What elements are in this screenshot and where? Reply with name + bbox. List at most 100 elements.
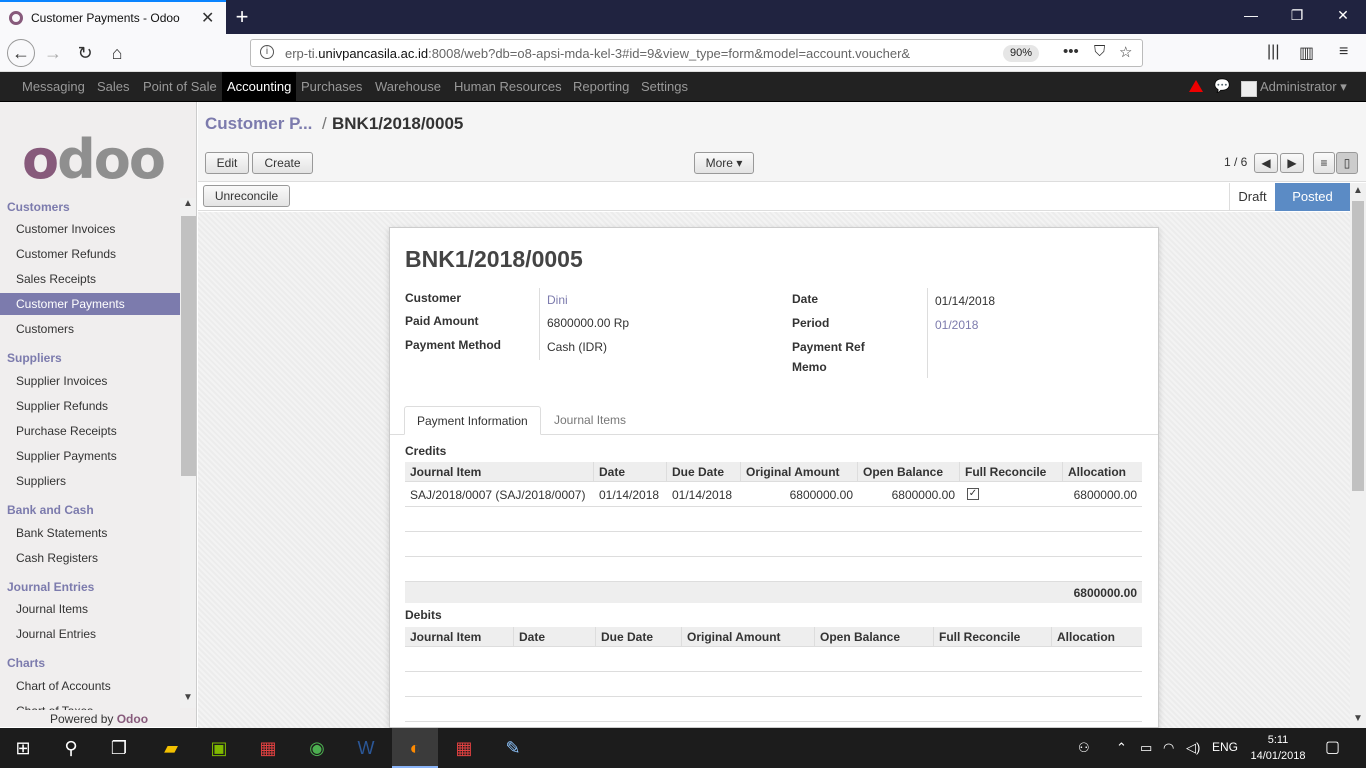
zoom-indicator[interactable]: 90% <box>1003 45 1039 62</box>
sidebar-toggle-icon[interactable]: ▥ <box>1299 43 1314 63</box>
column-header[interactable]: Due Date <box>667 462 741 482</box>
chat-icon[interactable]: 💬 <box>1214 78 1230 94</box>
wifi-icon[interactable]: ◠ <box>1163 740 1174 756</box>
sidebar-item-sales-receipts[interactable]: Sales Receipts <box>0 268 180 290</box>
close-tab-icon[interactable]: ✕ <box>201 8 214 28</box>
language-indicator[interactable]: ENG <box>1212 740 1238 754</box>
unreconcile-button[interactable]: Unreconcile <box>203 185 290 207</box>
volume-icon[interactable]: ◁) <box>1186 740 1200 756</box>
reload-icon[interactable]: ↻ <box>72 40 98 66</box>
column-header[interactable]: Original Amount <box>682 627 815 647</box>
column-header[interactable]: Due Date <box>596 627 682 647</box>
bookmark-star-icon[interactable]: ☆ <box>1119 43 1132 61</box>
column-header[interactable]: Open Balance <box>815 627 934 647</box>
menu-human-resources[interactable]: Human Resources <box>449 72 567 102</box>
column-header[interactable]: Journal Item <box>405 462 594 482</box>
paint-icon[interactable]: ✎ <box>490 728 536 768</box>
back-icon[interactable]: ← <box>7 39 35 67</box>
sidebar-item-chart-of-accounts[interactable]: Chart of Accounts <box>0 675 180 697</box>
sidebar-item-journal-entries[interactable]: Journal Entries <box>0 623 180 645</box>
firefox-icon[interactable]: ◐ <box>392 728 438 768</box>
sidebar-item-supplier-refunds[interactable]: Supplier Refunds <box>0 395 180 417</box>
menu-point-of-sale[interactable]: Point of Sale <box>138 72 222 102</box>
customer-value[interactable]: Dini <box>547 293 568 307</box>
people-icon[interactable]: ⚇ <box>1078 740 1090 756</box>
avatar[interactable] <box>1241 81 1257 97</box>
sidebar-item-chart-of-taxes[interactable]: Chart of Taxes <box>0 700 180 710</box>
full-reconcile-checkbox[interactable]: ✓ <box>967 488 979 500</box>
gift-app-icon[interactable]: ▦ <box>245 728 291 768</box>
store-icon[interactable]: ▣ <box>196 728 242 768</box>
word-icon[interactable]: W <box>343 728 389 768</box>
battery-icon[interactable]: ▭ <box>1140 740 1152 756</box>
notifications-icon[interactable]: ▢ <box>1325 737 1340 757</box>
pager-next-icon[interactable]: ▶ <box>1280 153 1304 173</box>
scroll-up-icon[interactable]: ▲ <box>183 198 193 209</box>
sidebar-item-cash-registers[interactable]: Cash Registers <box>0 547 180 569</box>
column-header[interactable]: Full Reconcile <box>960 462 1063 482</box>
main-scroll-thumb[interactable] <box>1352 201 1364 491</box>
sidebar-item-bank-statements[interactable]: Bank Statements <box>0 522 180 544</box>
main-scroll-up-icon[interactable]: ▲ <box>1353 185 1363 196</box>
period-value[interactable]: 01/2018 <box>935 318 978 332</box>
column-header[interactable]: Date <box>594 462 667 482</box>
form-view-icon[interactable]: ▯ <box>1336 152 1358 174</box>
menu-warehouse[interactable]: Warehouse <box>370 72 446 102</box>
pocket-icon[interactable]: ⛉ <box>1094 43 1105 60</box>
menu-settings[interactable]: Settings <box>636 72 693 102</box>
chrome-icon[interactable]: ◉ <box>294 728 340 768</box>
sidebar-item-customer-refunds[interactable]: Customer Refunds <box>0 243 180 265</box>
create-button[interactable]: Create <box>252 152 313 174</box>
user-menu[interactable]: Administrator ▾ <box>1260 72 1347 102</box>
menu-sales[interactable]: Sales <box>92 72 135 102</box>
task-view-icon[interactable]: ❐ <box>96 728 142 768</box>
hamburger-menu-icon[interactable]: ≡ <box>1339 43 1348 61</box>
main-scroll-down-icon[interactable]: ▼ <box>1353 713 1363 724</box>
page-actions-icon[interactable]: ••• <box>1063 43 1079 60</box>
list-view-icon[interactable]: ≡ <box>1313 152 1335 174</box>
library-icon[interactable]: ||| <box>1267 43 1279 61</box>
minimize-icon[interactable]: — <box>1236 7 1266 23</box>
pager-previous-icon[interactable]: ◀ <box>1254 153 1278 173</box>
odoo-logo[interactable]: odoo <box>22 128 166 191</box>
menu-purchases[interactable]: Purchases <box>296 72 367 102</box>
sidebar-item-customer-payments[interactable]: Customer Payments <box>0 293 180 315</box>
more-dropdown[interactable]: More ▾ <box>694 152 754 174</box>
breadcrumb-parent[interactable]: Customer P... <box>205 114 312 134</box>
clock[interactable]: 5:11 14/01/2018 <box>1250 732 1306 764</box>
menu-messaging[interactable]: Messaging <box>17 72 90 102</box>
forward-icon[interactable]: → <box>40 40 66 66</box>
sidebar-item-suppliers[interactable]: Suppliers <box>0 470 180 492</box>
gift-app-icon-2[interactable]: ▦ <box>441 728 487 768</box>
new-tab-icon[interactable]: + <box>230 4 254 30</box>
browser-tab[interactable]: Customer Payments - Odoo ✕ <box>0 0 226 34</box>
sidebar-item-supplier-invoices[interactable]: Supplier Invoices <box>0 370 180 392</box>
main-scrollbar[interactable]: ▲ ▼ <box>1350 183 1366 728</box>
column-header[interactable]: Allocation <box>1052 627 1142 647</box>
column-header[interactable]: Allocation <box>1063 462 1142 482</box>
sidebar-scrollbar[interactable]: ▲ ▼ <box>180 198 196 708</box>
odoo-link[interactable]: Odoo <box>117 712 148 726</box>
show-hidden-icons[interactable]: ⌃ <box>1116 740 1127 756</box>
edit-button[interactable]: Edit <box>205 152 249 174</box>
column-header[interactable]: Journal Item <box>405 627 514 647</box>
windows-start-icon[interactable]: ⊞ <box>0 728 46 768</box>
sidebar-item-supplier-payments[interactable]: Supplier Payments <box>0 445 180 467</box>
search-icon[interactable]: ⚲ <box>48 728 94 768</box>
close-window-icon[interactable]: ✕ <box>1328 7 1358 24</box>
menu-reporting[interactable]: Reporting <box>568 72 634 102</box>
file-explorer-icon[interactable]: ▰ <box>148 728 194 768</box>
menu-accounting[interactable]: Accounting <box>222 72 297 102</box>
site-info-icon[interactable]: i <box>260 45 274 59</box>
column-header[interactable]: Date <box>514 627 596 647</box>
column-header[interactable]: Full Reconcile <box>934 627 1052 647</box>
sidebar-item-purchase-receipts[interactable]: Purchase Receipts <box>0 420 180 442</box>
column-header[interactable]: Original Amount <box>741 462 858 482</box>
home-icon[interactable]: ⌂ <box>104 40 130 66</box>
restore-icon[interactable]: ❐ <box>1282 7 1312 24</box>
tab-payment-information[interactable]: Payment Information <box>404 406 541 435</box>
table-row[interactable]: SAJ/2018/0007 (SAJ/2018/0007) 01/14/2018… <box>405 483 1142 507</box>
url-bar[interactable]: i erp-ti.univpancasila.ac.id:8008/web?db… <box>250 39 1143 67</box>
warning-icon[interactable] <box>1189 80 1203 92</box>
sidebar-item-journal-items[interactable]: Journal Items <box>0 598 180 620</box>
